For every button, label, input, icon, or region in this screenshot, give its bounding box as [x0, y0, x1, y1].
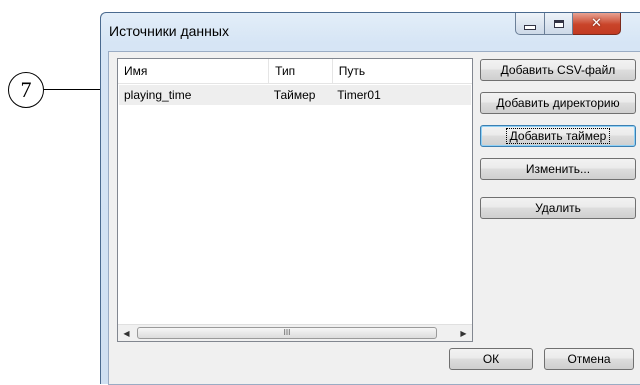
add-timer-button[interactable]: Добавить таймер: [480, 125, 636, 147]
maximize-icon: [553, 19, 564, 28]
add-timer-label: Добавить таймер: [505, 128, 611, 144]
cancel-button[interactable]: Отмена: [544, 348, 634, 370]
list-header: Имя Тип Путь: [118, 59, 472, 84]
row-type-cell: Таймер: [273, 88, 316, 102]
column-header-path[interactable]: Путь: [333, 59, 472, 83]
data-sources-dialog: Источники данных ✕ Имя Тип Путь playing_…: [100, 12, 640, 385]
data-sources-list[interactable]: Имя Тип Путь playing_time Таймер Timer01…: [117, 58, 473, 342]
list-row[interactable]: playing_time Таймер Timer01: [119, 85, 471, 105]
minimize-icon: [524, 25, 536, 30]
arrow-right-icon: ▶: [460, 328, 467, 338]
add-csv-button[interactable]: Добавить CSV-файл: [480, 59, 636, 81]
horizontal-scrollbar[interactable]: ◀ III ▶: [118, 324, 472, 341]
scroll-thumb[interactable]: III: [137, 327, 437, 339]
edit-button[interactable]: Изменить...: [480, 158, 636, 180]
title-bar[interactable]: Источники данных ✕: [101, 13, 640, 43]
callout-label: 7: [20, 77, 32, 102]
callout-number: 7: [8, 72, 44, 108]
caption-buttons: ✕: [515, 13, 640, 35]
window-title: Источники данных: [109, 23, 229, 39]
ok-button[interactable]: ОК: [449, 348, 533, 370]
column-header-type[interactable]: Тип: [269, 59, 333, 83]
maximize-button[interactable]: [545, 13, 573, 35]
minimize-button[interactable]: [515, 13, 545, 35]
row-path-cell: Timer01: [337, 88, 381, 102]
column-header-name[interactable]: Имя: [118, 59, 270, 83]
scroll-right-button[interactable]: ▶: [455, 325, 472, 341]
arrow-left-icon: ◀: [123, 328, 130, 338]
scroll-left-button[interactable]: ◀: [118, 325, 135, 341]
close-icon: ✕: [591, 16, 602, 31]
grip-icon: III: [283, 328, 291, 337]
delete-button[interactable]: Удалить: [480, 197, 636, 219]
close-button[interactable]: ✕: [573, 13, 621, 35]
row-name-cell: playing_time: [124, 88, 192, 102]
dialog-client-area: Имя Тип Путь playing_time Таймер Timer01…: [108, 51, 640, 385]
add-directory-button[interactable]: Добавить директорию: [480, 92, 636, 114]
